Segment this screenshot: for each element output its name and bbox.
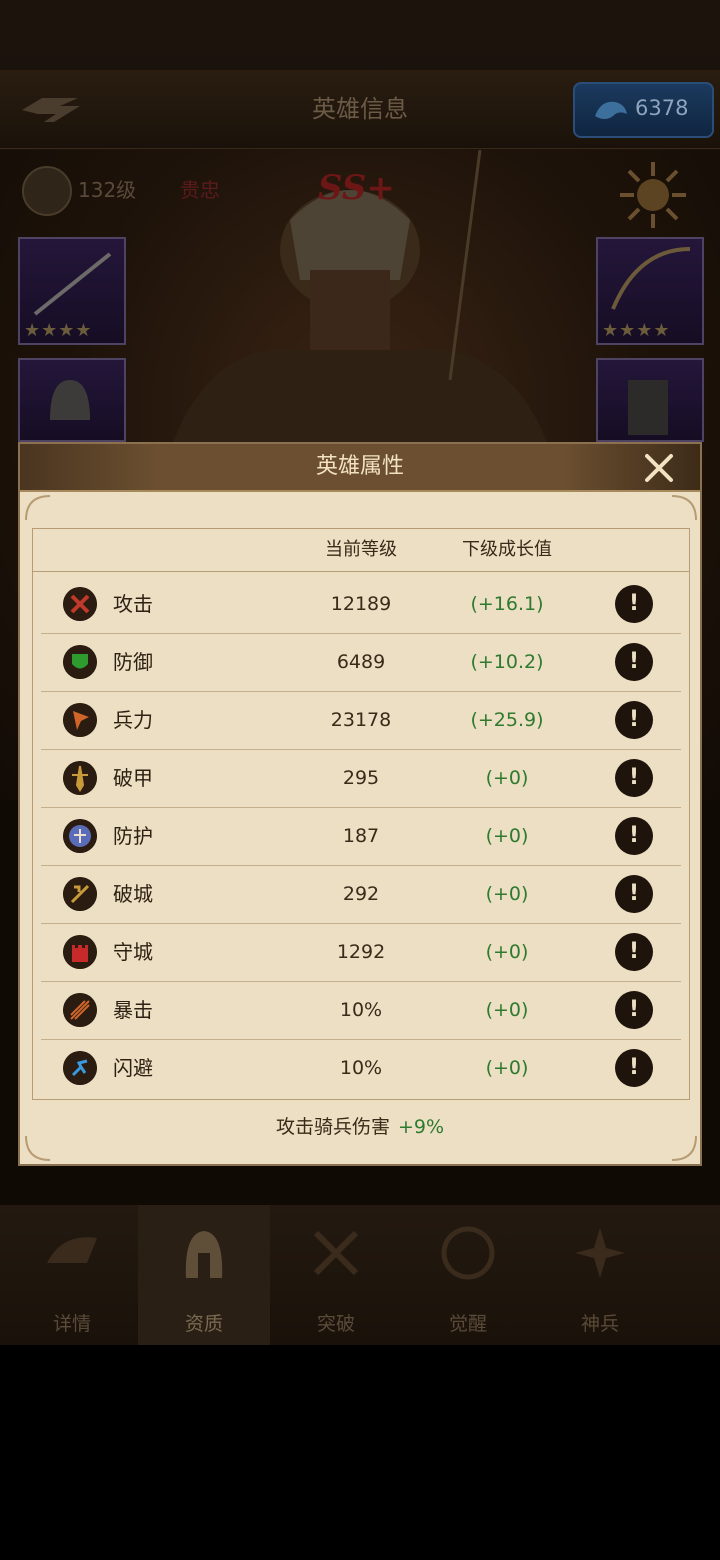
info-icon[interactable]: !	[615, 585, 653, 623]
bonus-label: 攻击骑兵伤害	[275, 1116, 390, 1138]
hero-level: 132级	[78, 178, 137, 202]
attr-name: 闪避	[113, 1056, 153, 1080]
gem-counter[interactable]: 6378	[573, 82, 714, 138]
info-icon[interactable]: !	[615, 759, 653, 797]
nav-tab-aptitude[interactable]: 资质	[138, 1205, 270, 1345]
gem-icon	[595, 101, 627, 119]
details-icon	[47, 1237, 97, 1263]
attr-current: 23178	[330, 709, 392, 731]
table-row: 守城 1292 (+0) !	[41, 923, 681, 982]
attr-name: 防御	[113, 650, 153, 674]
dodge-icon	[63, 1051, 97, 1085]
bow-stars: ★★★★	[602, 320, 671, 341]
table-row: 暴击 10% (+0) !	[41, 981, 681, 1040]
attr-current: 10%	[339, 1057, 383, 1079]
attr-name: 兵力	[113, 708, 153, 732]
bonus-line: 攻击骑兵伤害 +9%	[20, 1112, 700, 1139]
close-icon[interactable]	[642, 451, 676, 485]
helmet-icon	[185, 1231, 223, 1278]
nav-label: 详情	[52, 1313, 91, 1335]
attr-current: 12189	[330, 593, 392, 615]
table-row: 防护 187 (+0) !	[41, 807, 681, 866]
table-row: 防御 6489 (+10.2) !	[41, 633, 681, 692]
attr-name: 破甲	[113, 766, 153, 790]
armor-slot[interactable]	[596, 358, 704, 442]
bonus-value: +9%	[397, 1116, 445, 1138]
armor-icon	[628, 380, 668, 435]
troops-icon	[63, 703, 97, 737]
attr-current: 187	[342, 825, 380, 847]
nav-tab-awaken[interactable]: 觉醒	[402, 1205, 534, 1345]
info-icon[interactable]: !	[615, 817, 653, 855]
attack-icon	[63, 587, 97, 621]
attr-current: 292	[342, 883, 380, 905]
corner-ornament	[25, 495, 51, 521]
critical-icon	[63, 993, 97, 1027]
info-icon[interactable]: !	[615, 1049, 653, 1087]
rank-badge: SS+	[318, 168, 395, 208]
nav-label: 资质	[184, 1313, 223, 1335]
attr-current: 10%	[339, 999, 383, 1021]
attr-name: 暴击	[113, 998, 153, 1022]
divine-weapon-icon	[575, 1228, 625, 1278]
gem-count: 6378	[635, 96, 689, 120]
sword-icon	[33, 252, 112, 316]
corner-ornament	[671, 495, 697, 521]
nav-tab-divine-weapon[interactable]: 神兵	[534, 1205, 666, 1345]
info-icon[interactable]: !	[615, 875, 653, 913]
attr-next: (+0)	[485, 825, 529, 847]
nav-label: 突破	[316, 1313, 355, 1335]
nav-label: 觉醒	[448, 1313, 487, 1335]
archer-class-icon	[22, 166, 72, 216]
attr-name: 守城	[113, 940, 153, 964]
table-row: 破城 292 (+0) !	[41, 865, 681, 924]
col-current-level: 当前等级	[325, 539, 397, 560]
awaken-icon	[441, 1226, 495, 1280]
nav-tab-details[interactable]: 详情	[6, 1205, 138, 1345]
attr-current: 6489	[336, 651, 386, 673]
attr-name: 防护	[113, 824, 153, 848]
table-row: 攻击 12189 (+16.1) !	[41, 575, 681, 634]
weapon-stars: ★★★★	[24, 320, 93, 341]
attr-current: 295	[342, 767, 380, 789]
info-icon[interactable]: !	[615, 701, 653, 739]
helmet-slot[interactable]	[18, 358, 126, 442]
siege-icon	[63, 877, 97, 911]
attr-next: (+0)	[485, 1057, 529, 1079]
table-row: 闪避 10% (+0) !	[41, 1039, 681, 1097]
attr-next: (+0)	[485, 767, 529, 789]
info-icon[interactable]: !	[615, 991, 653, 1029]
attr-current: 1292	[336, 941, 386, 963]
attr-name: 破城	[113, 882, 153, 906]
attr-name: 攻击	[113, 592, 153, 616]
attr-next: (+0)	[485, 883, 529, 905]
attr-next: (+16.1)	[470, 593, 544, 615]
table-row: 破甲 295 (+0) !	[41, 749, 681, 808]
defense-icon	[63, 645, 97, 679]
city-defense-icon	[63, 935, 97, 969]
info-icon[interactable]: !	[615, 643, 653, 681]
bow-icon	[611, 247, 691, 310]
protection-icon	[63, 819, 97, 853]
col-next-growth: 下级成长值	[462, 539, 552, 560]
table-header: 当前等级 下级成长值	[33, 529, 689, 572]
info-icon[interactable]: !	[615, 933, 653, 971]
helmet-equip-icon	[50, 380, 90, 420]
breakthrough-icon	[313, 1230, 359, 1276]
table-row: 兵力 23178 (+25.9) !	[41, 691, 681, 750]
attributes-table: 当前等级 下级成长值 攻击 12189 (+16.1) ! 防御 6489 (+…	[32, 528, 690, 1100]
nav-label: 神兵	[580, 1313, 619, 1335]
attr-next: (+0)	[485, 999, 529, 1021]
sun-emblem-icon[interactable]	[618, 160, 688, 230]
nav-tab-breakthrough[interactable]: 突破	[270, 1205, 402, 1345]
weapon-slot[interactable]: ★★★★	[18, 237, 126, 345]
armor-break-icon	[63, 761, 97, 795]
hero-attributes-dialog: 英雄属性 当前等级 下级成长值 攻击 12189 (+16.1) ! 防御 64…	[18, 442, 702, 1166]
attr-next: (+10.2)	[470, 651, 544, 673]
dialog-title: 英雄属性	[315, 454, 404, 479]
attr-next: (+25.9)	[470, 709, 544, 731]
bow-slot[interactable]: ★★★★	[596, 237, 704, 345]
attr-next: (+0)	[485, 941, 529, 963]
hero-status: 贵忠	[180, 178, 220, 202]
